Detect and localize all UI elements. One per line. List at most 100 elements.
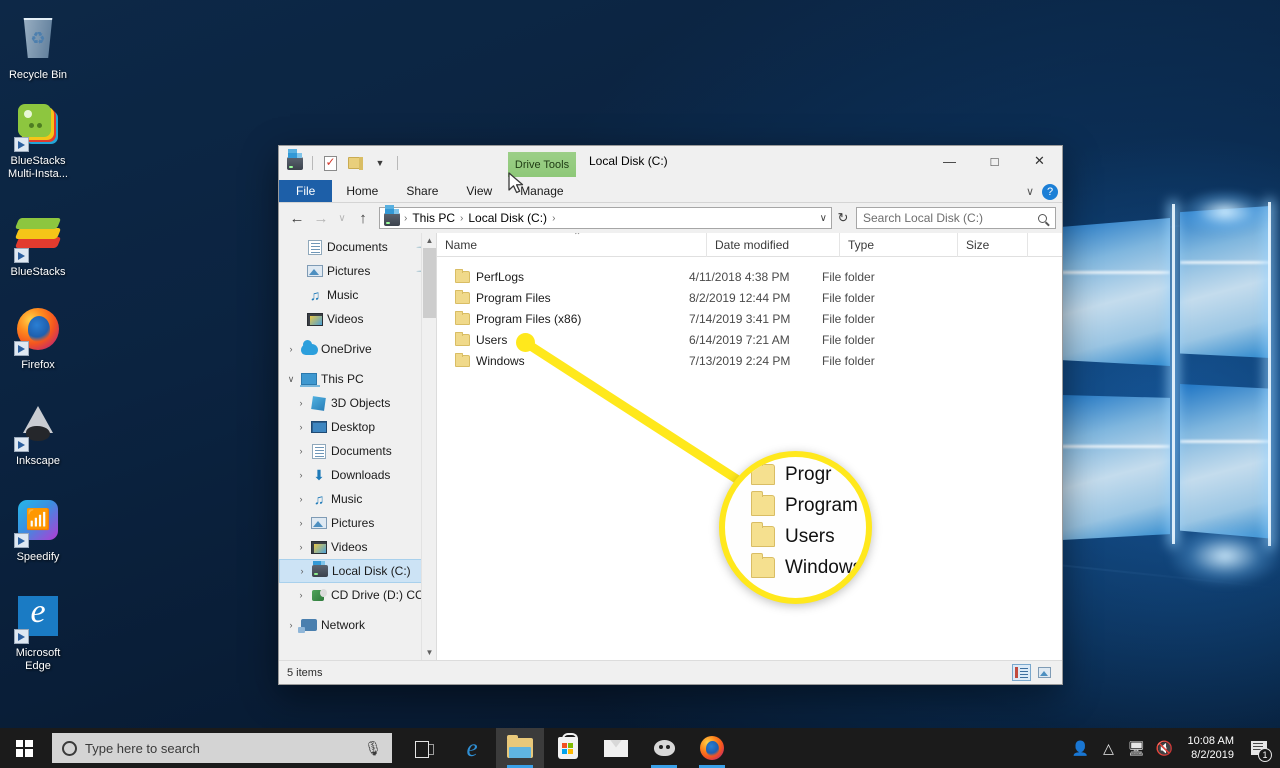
scrollbar-thumb[interactable] [423, 248, 436, 318]
nav-item-pictures[interactable]: › Pictures [279, 511, 436, 535]
nav-item-pictures-quick[interactable]: Pictures 📌 [279, 259, 436, 283]
search-input[interactable]: Search Local Disk (C:) [856, 207, 1056, 229]
title-bar[interactable]: ▼ Drive Tools Local Disk (C:) — □ ✕ [279, 146, 1062, 180]
close-button[interactable]: ✕ [1017, 146, 1062, 176]
notification-center-button[interactable]: 1 [1244, 728, 1274, 768]
recent-locations-chevron-icon[interactable]: ∨ [333, 206, 351, 230]
desktop-icon-inkscape[interactable]: Inkscape [0, 394, 76, 468]
microphone-icon[interactable]: 🎙 [364, 740, 382, 757]
start-button[interactable] [0, 728, 48, 768]
quick-access-toolbar[interactable]: ▼ [279, 152, 400, 174]
table-row[interactable]: Users 6/14/2019 7:21 AM File folder [437, 329, 1062, 350]
tab-share[interactable]: Share [392, 180, 452, 202]
microsoft-edge-icon[interactable]: e [448, 728, 496, 768]
file-name-cell[interactable]: Windows [437, 352, 689, 368]
expand-chevron-icon[interactable]: › [293, 518, 309, 528]
column-header-name[interactable]: Name ⌃ [437, 233, 707, 257]
file-list[interactable]: Name ⌃ Date modified Type Size PerfLogs … [437, 233, 1062, 660]
nav-item-onedrive[interactable]: › OneDrive [279, 337, 436, 361]
system-tray[interactable]: 👤 △ 🖥 🔇 10:08 AM 8/2/2019 1 [1068, 728, 1280, 768]
nav-item-cd-drive-d[interactable]: › CD Drive (D:) CC [279, 583, 436, 607]
maximize-button[interactable]: □ [972, 146, 1017, 176]
network-icon[interactable]: 🖥 [1124, 728, 1150, 768]
tab-file[interactable]: File [279, 180, 333, 202]
expand-chevron-icon[interactable]: › [293, 422, 309, 432]
breadcrumb-item-this-pc[interactable]: This PC [409, 211, 458, 225]
desktop-icon-firefox[interactable]: Firefox [0, 299, 76, 372]
up-button[interactable]: ↑ [351, 206, 375, 230]
scroll-down-arrow-icon[interactable]: ▼ [422, 645, 436, 660]
help-button[interactable]: ? [1042, 183, 1058, 200]
nav-item-network[interactable]: › Network [279, 613, 436, 637]
expand-chevron-icon[interactable]: › [283, 344, 299, 354]
nav-item-music[interactable]: › ♫ Music [279, 487, 436, 511]
nav-item-videos-quick[interactable]: Videos [279, 307, 436, 331]
microsoft-store-icon[interactable] [544, 728, 592, 768]
breadcrumb-dropdown-chevron-icon[interactable]: ∨ [820, 213, 827, 224]
file-name-cell[interactable]: PerfLogs [437, 268, 689, 284]
desktop-icon-recycle-bin[interactable]: Recycle Bin [0, 8, 76, 82]
forward-button[interactable]: → [309, 206, 333, 230]
tab-view[interactable]: View [452, 180, 506, 202]
mail-icon[interactable] [592, 728, 640, 768]
thumbnail-view-button[interactable] [1035, 664, 1054, 681]
collapse-ribbon-chevron-icon[interactable]: ∨ [1026, 185, 1034, 198]
address-bar[interactable]: ← → ∨ ↑ › This PC › Local Disk (C:) › ∨ … [279, 203, 1062, 233]
desktop-icon-speedify[interactable]: Speedify [0, 490, 76, 564]
column-header-size[interactable]: Size [958, 233, 1028, 257]
nav-item-documents-quick[interactable]: Documents 📌 [279, 235, 436, 259]
expand-chevron-icon[interactable]: › [293, 470, 309, 480]
show-hidden-icons-chevron-icon[interactable]: △ [1096, 728, 1122, 768]
scroll-up-arrow-icon[interactable]: ▲ [422, 233, 436, 248]
new-folder-icon[interactable] [345, 153, 365, 173]
expand-chevron-icon[interactable]: › [293, 494, 309, 504]
navigation-tree[interactable]: Documents 📌 Pictures 📌 ♫ Music [279, 233, 436, 637]
breadcrumb[interactable]: › This PC › Local Disk (C:) › ∨ [379, 207, 832, 229]
drive-icon[interactable] [285, 152, 305, 173]
window-controls[interactable]: — □ ✕ [927, 146, 1062, 176]
customize-qat-chevron-icon[interactable]: ▼ [370, 153, 390, 173]
search-input[interactable]: Type here to search 🎙 [52, 733, 392, 763]
file-explorer-window[interactable]: ▼ Drive Tools Local Disk (C:) — □ ✕ File… [278, 145, 1063, 685]
people-icon[interactable]: 👤 [1068, 728, 1094, 768]
taskbar-icons[interactable]: e [400, 728, 736, 768]
table-row[interactable]: Program Files (x86) 7/14/2019 3:41 PM Fi… [437, 308, 1062, 329]
nav-item-documents[interactable]: › Documents [279, 439, 436, 463]
table-row[interactable]: Windows 7/13/2019 2:24 PM File folder [437, 350, 1062, 371]
gimp-icon[interactable] [640, 728, 688, 768]
table-row[interactable]: PerfLogs 4/11/2018 4:38 PM File folder [437, 266, 1062, 287]
expand-chevron-icon[interactable]: › [293, 446, 309, 456]
taskbar[interactable]: Type here to search 🎙 e 👤 △ 🖥 🔇 10:08 AM… [0, 728, 1280, 768]
desktop[interactable]: Recycle Bin BlueStacks Multi-Insta... [0, 0, 1280, 768]
file-name-cell[interactable]: Program Files (x86) [437, 310, 689, 326]
refresh-button[interactable]: ↻ [832, 207, 854, 229]
task-view-icon[interactable] [400, 728, 448, 768]
back-button[interactable]: ← [285, 206, 309, 230]
nav-item-3d-objects[interactable]: › 3D Objects [279, 391, 436, 415]
nav-item-music-quick[interactable]: ♫ Music [279, 283, 436, 307]
column-header-type[interactable]: Type [840, 233, 958, 257]
properties-icon[interactable] [320, 153, 340, 173]
expand-chevron-icon[interactable]: › [283, 620, 299, 630]
expand-chevron-icon[interactable]: › [294, 566, 310, 576]
file-explorer-icon[interactable] [496, 728, 544, 768]
minimize-button[interactable]: — [927, 146, 972, 176]
expand-chevron-icon[interactable]: › [293, 398, 309, 408]
firefox-icon[interactable] [688, 728, 736, 768]
clock[interactable]: 10:08 AM 8/2/2019 [1180, 728, 1242, 768]
breadcrumb-item-local-disk[interactable]: Local Disk (C:) [465, 211, 550, 225]
file-name-cell[interactable]: Program Files [437, 289, 689, 305]
column-header-date-modified[interactable]: Date modified [707, 233, 840, 257]
nav-item-desktop[interactable]: › Desktop [279, 415, 436, 439]
navigation-pane[interactable]: Documents 📌 Pictures 📌 ♫ Music [279, 233, 437, 660]
ribbon-tab-bar[interactable]: File Home Share View Manage ∨ ? [279, 180, 1062, 203]
collapse-chevron-icon[interactable]: ∨ [283, 374, 299, 385]
nav-item-videos[interactable]: › Videos [279, 535, 436, 559]
details-view-button[interactable] [1012, 664, 1031, 681]
nav-item-downloads[interactable]: › ⬇ Downloads [279, 463, 436, 487]
view-toggle-buttons[interactable] [1012, 664, 1054, 681]
column-headers[interactable]: Name ⌃ Date modified Type Size [437, 233, 1062, 257]
tab-home[interactable]: Home [332, 180, 392, 202]
desktop-icon-microsoft-edge[interactable]: Microsoft Edge [0, 586, 76, 673]
expand-chevron-icon[interactable]: › [293, 590, 309, 600]
